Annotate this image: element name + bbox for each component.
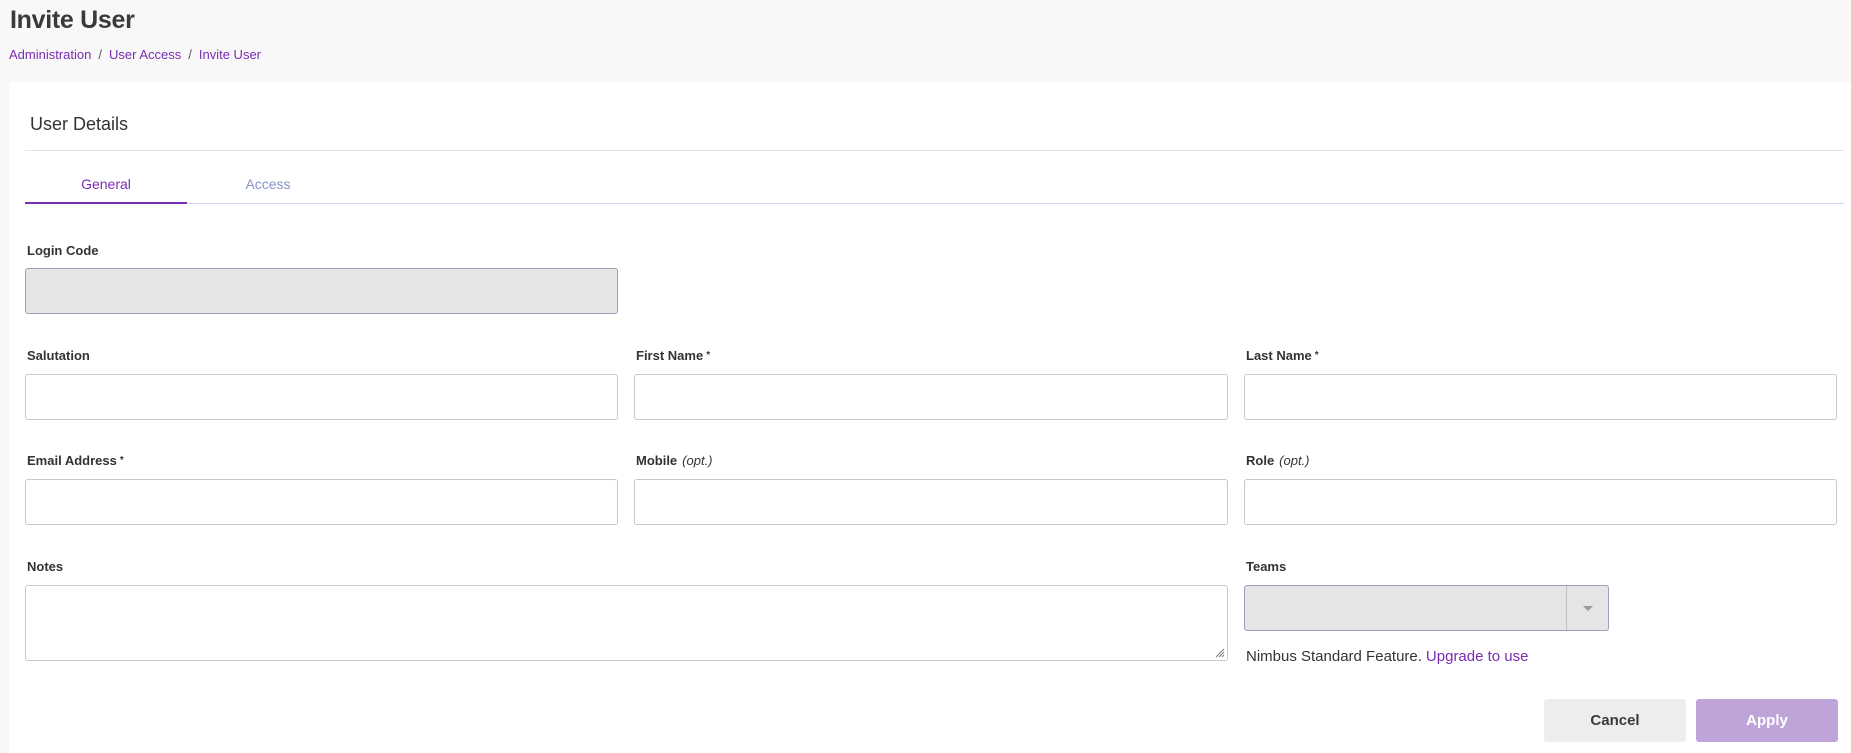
breadcrumb-separator: / xyxy=(98,47,102,62)
last-name-label: Last Name * xyxy=(1246,348,1319,363)
salutation-input[interactable] xyxy=(25,374,618,420)
user-details-panel: User Details General Access Login Code S… xyxy=(9,82,1851,753)
last-name-label-text: Last Name xyxy=(1246,348,1312,363)
mobile-input[interactable] xyxy=(634,479,1228,525)
mobile-label-text: Mobile xyxy=(636,453,678,468)
email-label-text: Email Address xyxy=(27,453,117,468)
role-label-text: Role xyxy=(1246,453,1275,468)
required-marker: * xyxy=(119,455,124,466)
tab-access[interactable]: Access xyxy=(187,174,349,204)
tab-general[interactable]: General xyxy=(25,174,187,204)
teams-select[interactable] xyxy=(1244,585,1609,631)
notes-label-text: Notes xyxy=(27,559,64,574)
first-name-input[interactable] xyxy=(634,374,1228,420)
role-label: Role (opt.) xyxy=(1246,453,1310,468)
section-title: User Details xyxy=(30,114,129,134)
last-name-input[interactable] xyxy=(1244,374,1837,420)
upgrade-note-text: Nimbus Standard Feature. xyxy=(1246,648,1422,665)
salutation-label: Salutation xyxy=(27,348,90,363)
role-input[interactable] xyxy=(1244,479,1837,525)
login-code-label: Login Code xyxy=(27,243,99,258)
section-divider xyxy=(25,150,1844,151)
salutation-label-text: Salutation xyxy=(27,348,90,363)
breadcrumb: Administration / User Access / Invite Us… xyxy=(9,47,261,62)
optional-marker: (opt.) xyxy=(682,453,713,468)
first-name-label: First Name * xyxy=(636,348,710,363)
email-input[interactable] xyxy=(25,479,618,525)
breadcrumb-administration[interactable]: Administration xyxy=(9,47,91,62)
first-name-label-text: First Name xyxy=(636,348,704,363)
notes-label: Notes xyxy=(27,559,63,574)
optional-marker: (opt.) xyxy=(1279,453,1310,468)
teams-label-text: Teams xyxy=(1246,559,1287,574)
upgrade-link[interactable]: Upgrade to use xyxy=(1426,648,1529,665)
required-marker: * xyxy=(1314,350,1319,361)
required-marker: * xyxy=(706,350,711,361)
resize-handle-icon[interactable] xyxy=(1215,648,1225,658)
breadcrumb-user-access[interactable]: User Access xyxy=(109,47,181,62)
breadcrumb-separator: / xyxy=(188,47,192,62)
tab-bar: General Access xyxy=(25,174,1844,204)
notes-textarea[interactable] xyxy=(25,585,1228,661)
cancel-button[interactable]: Cancel xyxy=(1544,699,1686,742)
select-divider xyxy=(1566,586,1567,630)
upgrade-note: Nimbus Standard Feature. Upgrade to use xyxy=(1246,648,1529,665)
teams-label: Teams xyxy=(1246,559,1286,574)
email-label: Email Address * xyxy=(27,453,124,468)
page-title: Invite User xyxy=(10,6,135,34)
chevron-down-icon[interactable] xyxy=(1583,606,1593,611)
apply-button[interactable]: Apply xyxy=(1696,699,1838,742)
login-code-label-text: Login Code xyxy=(27,243,99,258)
login-code-input[interactable] xyxy=(25,268,618,314)
breadcrumb-invite-user[interactable]: Invite User xyxy=(199,47,261,62)
mobile-label: Mobile (opt.) xyxy=(636,453,713,468)
